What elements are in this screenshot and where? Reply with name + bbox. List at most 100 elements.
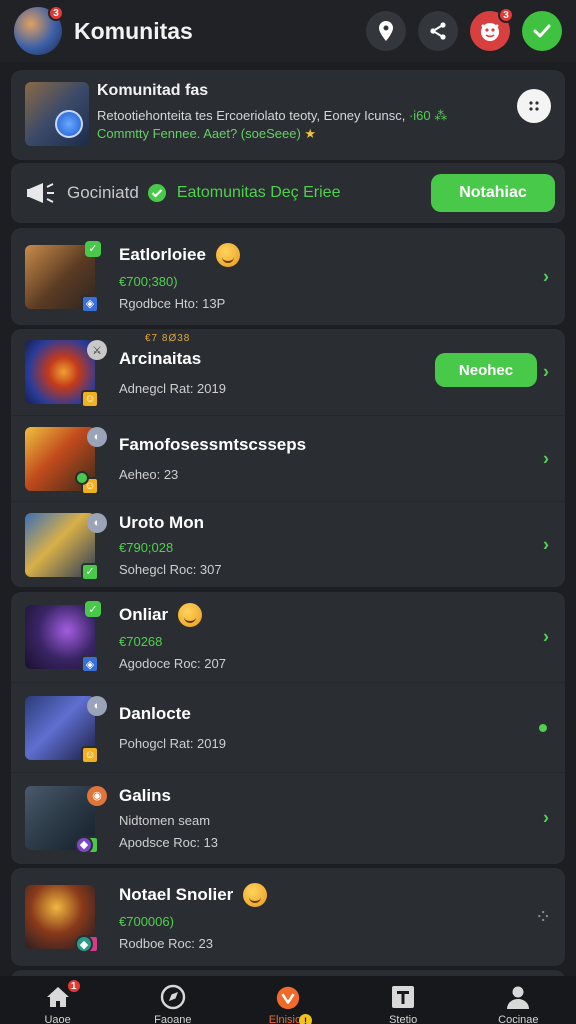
community-description: Retootiehonteita tes Ercoeriolato teoty,… bbox=[97, 108, 448, 123]
profile-icon bbox=[504, 984, 532, 1010]
online-icon bbox=[75, 470, 89, 485]
top-actions: 3 bbox=[366, 7, 562, 51]
location-button[interactable] bbox=[366, 11, 406, 51]
megaphone-icon bbox=[27, 183, 54, 203]
list-item[interactable]: ☺ ◐ Famofosessmtscsseps Aeheo: 23 › bbox=[11, 415, 565, 501]
game-thumbnail: ✓ ◉ ◆ bbox=[25, 785, 107, 854]
list-item[interactable]: ✓ ◉ ◆ Galins Nidtomen seam Apodsce Roc: … bbox=[11, 772, 565, 862]
community-badge: ! bbox=[298, 1014, 312, 1024]
list-item[interactable]: ◈ ✓ Onliar €70268 Agodoce Roc: 207 › bbox=[11, 592, 565, 682]
item-subtitle: Sohegcl Roc: 307 bbox=[119, 561, 222, 577]
filter-bar: Gociniatd Eatomunitas Deç Eriee Notahiac bbox=[11, 163, 565, 223]
mascot-icon bbox=[481, 23, 499, 41]
shield-icon bbox=[55, 110, 83, 138]
smiley-icon bbox=[215, 242, 240, 267]
community-thumbnail bbox=[25, 82, 89, 146]
list-item[interactable]: ◈ ✓ Eatlorloiee €700;380) Rgodbce Hto: 1… bbox=[11, 228, 565, 325]
nav-profile[interactable]: Cocinae bbox=[470, 984, 566, 1024]
share-button[interactable] bbox=[418, 11, 458, 51]
share-icon bbox=[430, 22, 446, 40]
more-dots-icon bbox=[529, 101, 539, 111]
item-tag: €7 8Ø38 bbox=[145, 333, 191, 344]
chevron-right-icon[interactable]: › bbox=[543, 448, 549, 469]
more-options-button[interactable] bbox=[517, 89, 551, 123]
moon-icon: ◐ bbox=[87, 512, 107, 533]
item-title: Eatlorloiee bbox=[119, 244, 206, 264]
item-title: Uroto Mon bbox=[119, 512, 204, 532]
item-title: Famofosessmtscsseps bbox=[119, 435, 307, 454]
game-thumbnail: ◈ ✓ bbox=[25, 240, 101, 313]
notification-badge: 3 bbox=[48, 5, 64, 21]
item-title: Galins bbox=[119, 785, 171, 805]
chevron-right-icon[interactable]: › bbox=[543, 627, 549, 648]
list-item[interactable]: €7 8Ø38 ☺ ⚔ Arcinaitas Adnegcl Rat: 2019… bbox=[11, 329, 565, 415]
item-price: €790;028 bbox=[119, 539, 174, 555]
item-price: €700;380) bbox=[119, 273, 178, 289]
game-thumbnail: ◈ ✓ bbox=[25, 601, 101, 673]
nav-store[interactable]: Stetio bbox=[355, 984, 451, 1024]
nav-home[interactable]: 1 Uaoe bbox=[10, 978, 106, 1024]
community-subtitle: Commtty Fennee. Aaet? (soeSeee) ★ bbox=[97, 126, 317, 141]
item-subtitle: Rodboe Roc: 23 bbox=[119, 936, 213, 951]
gamepad-icon: ◆ bbox=[75, 935, 93, 953]
item-price: €70268 bbox=[119, 634, 163, 649]
check-icon bbox=[533, 24, 551, 38]
item-action-button[interactable]: Neohec bbox=[435, 353, 537, 387]
bottom-nav: 1 Uaoe Faoane ! Elnisioe Stetio Cocinae bbox=[0, 976, 576, 1024]
chevron-right-icon[interactable]: › bbox=[543, 807, 549, 828]
store-icon bbox=[389, 984, 417, 1010]
item-title: Danlocte bbox=[119, 704, 191, 723]
game-thumbnail: ✦ ◆ bbox=[25, 885, 99, 953]
list-group: ✦ ◆ Notael Snolier €700006) Rodboe Roc: … bbox=[11, 868, 565, 966]
game-thumbnail: ☺ ◐ bbox=[25, 426, 107, 495]
item-subtitle: Agodoce Roc: 207 bbox=[119, 656, 226, 671]
community-card[interactable]: Komunitad fas Retootiehonteita tes Ercoe… bbox=[11, 70, 565, 160]
sword-icon: ⚔ bbox=[87, 340, 107, 360]
item-price: Nidtomen seam bbox=[119, 812, 211, 828]
community-title: Komunitad fas bbox=[97, 82, 209, 99]
flame-icon: ◉ bbox=[87, 785, 107, 806]
item-title: Notael Snolier bbox=[119, 885, 234, 904]
mascot-badge: 3 bbox=[498, 7, 514, 23]
smiley-icon bbox=[178, 603, 203, 627]
game-thumbnail: ☺ ◐ bbox=[25, 695, 107, 764]
chevron-right-icon[interactable]: › bbox=[543, 266, 549, 287]
item-title: Onliar bbox=[119, 605, 169, 624]
item-subtitle: Apodsce Roc: 13 bbox=[119, 834, 219, 850]
platform-icon: ◈ bbox=[81, 655, 99, 673]
moon-icon: ◐ bbox=[87, 695, 107, 716]
item-subtitle: Pohogcl Rat: 2019 bbox=[119, 736, 226, 751]
item-subtitle: Aeheo: 23 bbox=[119, 467, 179, 482]
verified-icon: ✓ bbox=[85, 240, 101, 257]
notify-button[interactable]: Notahiac bbox=[431, 174, 555, 212]
chevron-right-icon[interactable]: › bbox=[543, 362, 549, 383]
location-pin-icon bbox=[379, 21, 393, 41]
nav-explore[interactable]: Faoane bbox=[125, 984, 221, 1024]
top-bar: 3 Komunitas 3 bbox=[0, 0, 576, 62]
game-thumbnail: ☺ ⚔ bbox=[25, 340, 107, 408]
verified-check-icon bbox=[147, 184, 166, 202]
list-item[interactable]: ✦ ◆ Notael Snolier €700006) Rodboe Roc: … bbox=[11, 868, 565, 966]
home-badge: 1 bbox=[65, 978, 82, 994]
nav-community[interactable]: ! Elnisioe bbox=[240, 984, 336, 1024]
sparkle-icon[interactable]: ⁘ bbox=[537, 909, 549, 926]
status-dot bbox=[539, 723, 547, 732]
gamepad-icon: ◆ bbox=[75, 835, 93, 854]
item-subtitle: Rgodbce Hto: 13P bbox=[119, 295, 226, 311]
list-group: ◈ ✓ Onliar €70268 Agodoce Roc: 207 › ☺ ◐… bbox=[11, 592, 565, 864]
verified-button[interactable] bbox=[522, 11, 562, 51]
item-price: €700006) bbox=[119, 914, 174, 929]
compass-icon bbox=[159, 984, 187, 1010]
check-icon: ✓ bbox=[81, 562, 99, 581]
list-item[interactable]: ☺ ◐ Danlocte Pohogcl Rat: 2019 bbox=[11, 682, 565, 772]
mascot-button[interactable]: 3 bbox=[470, 7, 514, 51]
game-thumbnail: ✓ ◐ bbox=[25, 512, 107, 581]
emoji-icon: ☺ bbox=[81, 745, 99, 764]
list-item[interactable]: ✓ ◐ Uroto Mon €790;028 Sohegcl Roc: 307 … bbox=[11, 501, 565, 587]
mascot-icon bbox=[274, 984, 302, 1010]
page-title: Komunitas bbox=[74, 17, 193, 44]
verified-icon: ✓ bbox=[85, 601, 101, 617]
chevron-right-icon[interactable]: › bbox=[543, 534, 549, 555]
app-avatar[interactable]: 3 bbox=[14, 5, 64, 55]
filter-status: Eatomunitas Deç Eriee bbox=[176, 184, 341, 201]
